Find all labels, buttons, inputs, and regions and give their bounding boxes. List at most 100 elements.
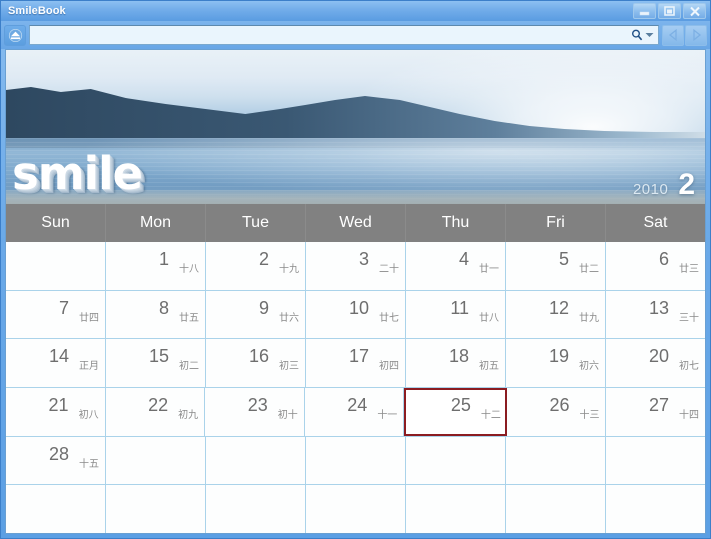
weekday-mon: Mon bbox=[106, 204, 206, 242]
lunar-date-label: 廿九 bbox=[579, 312, 599, 324]
day-number: 12 bbox=[548, 297, 569, 318]
day-cell-empty bbox=[206, 485, 306, 533]
calendar-week-row: 21 初八 22 初九 23 初十 24 十一 25 十二 26 十三 27 十四 bbox=[6, 388, 705, 437]
day-cell-28[interactable]: 28 十五 bbox=[6, 436, 106, 485]
day-cell-empty bbox=[6, 485, 106, 533]
calendar-week-row: 28 十五 bbox=[6, 436, 705, 486]
day-cell-10[interactable]: 10 廿七 bbox=[306, 290, 406, 339]
window-controls bbox=[633, 3, 706, 19]
calendar-week-row: 1 十八 2 十九 3 二十 4 廿一 5 廿二 6 廿三 bbox=[6, 242, 705, 291]
day-cell-12[interactable]: 12 廿九 bbox=[506, 290, 606, 339]
close-button[interactable] bbox=[683, 3, 706, 19]
day-cell-17[interactable]: 17 初四 bbox=[306, 339, 406, 388]
lunar-date-label: 廿四 bbox=[79, 312, 99, 324]
lunar-date-label: 十四 bbox=[679, 410, 700, 422]
day-number: 6 bbox=[658, 249, 669, 269]
weekday-header: Sun Mon Tue Wed Thu Fri Sat bbox=[6, 204, 705, 242]
day-cell-26[interactable]: 26 十三 bbox=[506, 388, 607, 436]
day-cell-20[interactable]: 20 初七 bbox=[606, 339, 705, 388]
day-cell-13[interactable]: 13 三十 bbox=[606, 290, 705, 339]
next-month-button[interactable] bbox=[685, 24, 707, 46]
title-bar: SmileBook bbox=[1, 1, 710, 21]
minimize-icon bbox=[639, 11, 650, 15]
lunar-date-label: 初五 bbox=[479, 361, 499, 373]
day-cell-24[interactable]: 24 十一 bbox=[304, 388, 405, 436]
banner-year: 2010 bbox=[632, 181, 669, 198]
search-bar[interactable] bbox=[29, 25, 659, 45]
day-cell-empty bbox=[606, 436, 705, 485]
day-cell-5[interactable]: 5 廿二 bbox=[506, 242, 606, 290]
day-cell-14[interactable]: 14 正月 bbox=[6, 339, 106, 388]
lunar-date-label: 廿三 bbox=[679, 264, 699, 275]
lunar-date-label: 廿五 bbox=[179, 312, 199, 324]
day-cell-27[interactable]: 27 十四 bbox=[606, 388, 705, 436]
day-cell-9[interactable]: 9 廿六 bbox=[206, 290, 306, 339]
day-cell-19[interactable]: 19 初六 bbox=[506, 339, 606, 388]
lunar-date-label: 初三 bbox=[279, 361, 299, 373]
lunar-date-label: 廿七 bbox=[379, 312, 399, 324]
day-number: 27 bbox=[649, 395, 670, 416]
day-cell-empty bbox=[306, 436, 406, 485]
day-cell-8[interactable]: 8 廿五 bbox=[106, 290, 206, 339]
calendar-grid: 1 十八 2 十九 3 二十 4 廿一 5 廿二 6 廿三 7 廿四 8 廿五 9 廿六 10 廿七 11 廿八 12 廿九 1… bbox=[6, 242, 705, 533]
weekday-tue: Tue bbox=[206, 204, 306, 242]
day-number: 4 bbox=[458, 249, 469, 269]
day-number: 20 bbox=[648, 346, 669, 367]
smile-logo: smile bbox=[12, 147, 143, 200]
client-area: smile 2010 2 Sun Mon Tue Wed Thu Fri Sat… bbox=[5, 49, 706, 534]
close-icon bbox=[689, 6, 700, 16]
day-number: 25 bbox=[450, 395, 471, 416]
maximize-button[interactable] bbox=[658, 3, 681, 19]
day-number: 24 bbox=[347, 395, 368, 416]
day-cell-22[interactable]: 22 初九 bbox=[105, 388, 206, 436]
triangle-right-icon bbox=[692, 29, 701, 41]
day-cell-1[interactable]: 1 十八 bbox=[106, 242, 206, 290]
day-number: 14 bbox=[48, 346, 69, 367]
day-number: 2 bbox=[258, 249, 269, 269]
lunar-date-label: 初七 bbox=[679, 361, 699, 373]
lunar-date-label: 初八 bbox=[78, 410, 99, 422]
day-cell-7[interactable]: 7 廿四 bbox=[6, 290, 106, 339]
day-cell-2[interactable]: 2 十九 bbox=[206, 242, 306, 290]
day-cell-11[interactable]: 11 廿八 bbox=[406, 290, 506, 339]
day-number: 26 bbox=[549, 395, 570, 416]
lunar-date-label: 十五 bbox=[79, 458, 99, 470]
day-cell-16[interactable]: 16 初三 bbox=[206, 339, 306, 388]
day-cell-6[interactable]: 6 廿三 bbox=[606, 242, 705, 290]
day-cell-empty bbox=[206, 436, 306, 485]
day-number: 23 bbox=[247, 395, 268, 416]
calendar-week-row: 7 廿四 8 廿五 9 廿六 10 廿七 11 廿八 12 廿九 13 三十 bbox=[6, 290, 705, 340]
lunar-date-label: 三十 bbox=[679, 312, 699, 324]
day-cell-4[interactable]: 4 廿一 bbox=[406, 242, 506, 290]
day-cell-23[interactable]: 23 初十 bbox=[205, 388, 305, 436]
eject-icon bbox=[8, 28, 22, 42]
window-title: SmileBook bbox=[8, 5, 66, 17]
prev-month-button[interactable] bbox=[662, 24, 684, 46]
weekday-thu: Thu bbox=[406, 204, 506, 242]
day-number: 3 bbox=[358, 249, 369, 269]
day-cell-15[interactable]: 15 初二 bbox=[106, 339, 206, 388]
day-cell-18[interactable]: 18 初五 bbox=[406, 339, 506, 388]
banner-date: 2010 2 bbox=[632, 168, 695, 202]
hero-banner: smile 2010 2 bbox=[6, 50, 705, 204]
navigation-buttons bbox=[662, 24, 707, 46]
lunar-date-label: 廿六 bbox=[279, 312, 299, 324]
search-icon[interactable] bbox=[630, 27, 644, 43]
banner-month: 2 bbox=[678, 168, 695, 202]
weekday-sun: Sun bbox=[6, 204, 106, 242]
day-number: 1 bbox=[158, 249, 169, 269]
chevron-down-icon[interactable] bbox=[644, 27, 655, 43]
calendar-week-row: 14 正月 15 初二 16 初三 17 初四 18 初五 19 初六 20 初七 bbox=[6, 339, 705, 389]
day-cell-3[interactable]: 3 二十 bbox=[306, 242, 406, 290]
day-cell-empty bbox=[6, 242, 106, 290]
lunar-date-label: 十一 bbox=[377, 410, 398, 422]
eject-button[interactable] bbox=[4, 24, 26, 46]
lunar-date-label: 初四 bbox=[379, 361, 399, 373]
triangle-left-icon bbox=[668, 29, 677, 41]
search-input[interactable] bbox=[33, 26, 630, 44]
lunar-date-label: 二十 bbox=[379, 264, 399, 275]
lunar-date-label: 十九 bbox=[279, 264, 299, 275]
day-cell-21[interactable]: 21 初八 bbox=[6, 388, 106, 436]
minimize-button[interactable] bbox=[633, 3, 656, 19]
day-cell-25[interactable]: 25 十二 bbox=[404, 388, 507, 436]
